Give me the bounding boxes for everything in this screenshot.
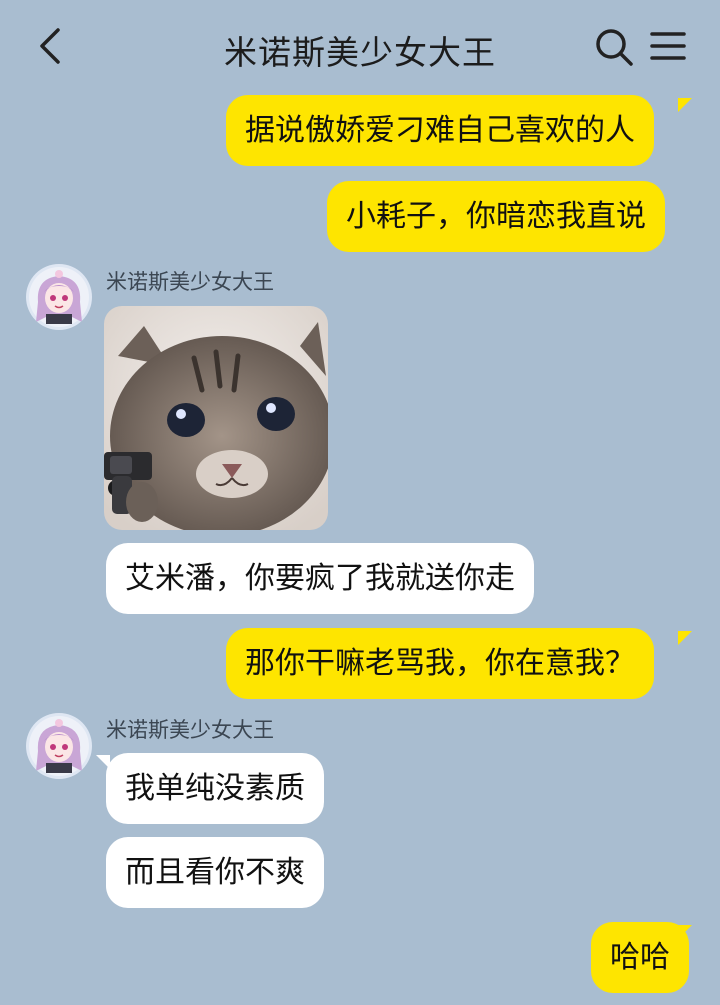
kitten-photo-icon xyxy=(104,306,328,530)
anime-girl-avatar-icon xyxy=(26,264,92,330)
bubble-tail xyxy=(96,755,110,769)
incoming-message[interactable]: 而且看你不爽 xyxy=(106,837,324,908)
incoming-message[interactable]: 艾米潘，你要疯了我就送你走 xyxy=(106,543,534,614)
sender-name: 米诺斯美少女大王 xyxy=(106,270,274,294)
menu-button[interactable] xyxy=(648,28,688,64)
sender-name: 米诺斯美少女大王 xyxy=(106,718,274,742)
menu-icon xyxy=(650,32,686,60)
message-text: 我单纯没素质 xyxy=(125,771,305,806)
bubble-tail xyxy=(678,631,692,645)
outgoing-message[interactable]: 据说傲娇爱刁难自己喜欢的人 xyxy=(226,95,654,166)
avatar[interactable] xyxy=(26,713,92,779)
message-text: 哈哈 xyxy=(610,940,670,975)
anime-girl-avatar-icon xyxy=(26,713,92,779)
chat-header: 米诺斯美少女大王 xyxy=(0,0,720,95)
bubble-tail xyxy=(678,925,692,939)
bubble-tail xyxy=(678,98,692,112)
outgoing-message[interactable]: 哈哈 xyxy=(591,922,689,993)
avatar[interactable] xyxy=(26,264,92,330)
incoming-message[interactable]: 我单纯没素质 xyxy=(106,753,324,824)
message-text: 那你干嘛老骂我，你在意我？ xyxy=(245,646,635,681)
search-button[interactable] xyxy=(594,27,634,67)
search-icon xyxy=(596,29,633,66)
kitten-with-gun-sticker[interactable] xyxy=(104,306,328,530)
outgoing-message[interactable]: 小耗子，你暗恋我直说 xyxy=(327,181,665,252)
message-text: 小耗子，你暗恋我直说 xyxy=(346,199,646,234)
message-text: 据说傲娇爱刁难自己喜欢的人 xyxy=(245,113,635,148)
message-text: 而且看你不爽 xyxy=(125,855,305,890)
message-text: 艾米潘，你要疯了我就送你走 xyxy=(125,561,515,596)
outgoing-message[interactable]: 那你干嘛老骂我，你在意我？ xyxy=(226,628,654,699)
